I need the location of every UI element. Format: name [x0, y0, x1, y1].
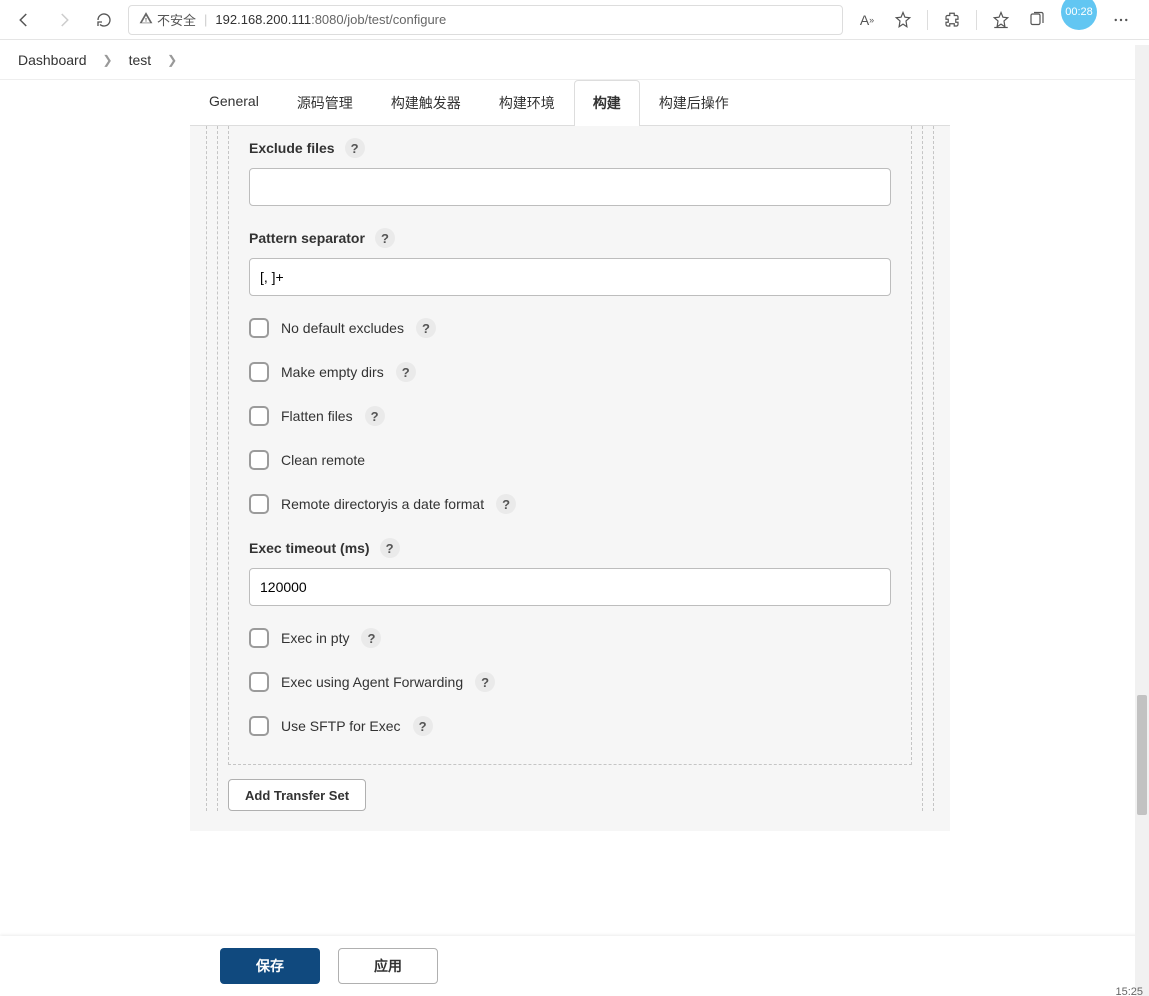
use-sftp-label: Use SFTP for Exec [281, 718, 401, 734]
row-exclude-files: Exclude files ? [249, 138, 891, 206]
make-empty-dirs-checkbox[interactable] [249, 362, 269, 382]
exec-in-pty-checkbox[interactable] [249, 628, 269, 648]
save-button[interactable]: 保存 [220, 948, 320, 984]
scrollbar-thumb[interactable] [1137, 695, 1147, 815]
vertical-scrollbar[interactable] [1135, 45, 1149, 996]
make-empty-dirs-label: Make empty dirs [281, 364, 384, 380]
breadcrumb: Dashboard ❯ test ❯ [0, 40, 1149, 80]
row-flatten-files: Flatten files ? [249, 406, 891, 426]
row-clean-remote: Clean remote [249, 450, 891, 470]
row-exec-timeout: Exec timeout (ms) ? [249, 538, 891, 606]
url-separator: | [204, 12, 207, 27]
toolbar-divider [927, 10, 928, 30]
clean-remote-checkbox[interactable] [249, 450, 269, 470]
pattern-separator-input[interactable] [249, 258, 891, 296]
add-transfer-set-button[interactable]: Add Transfer Set [228, 779, 366, 811]
row-remote-dir-date: Remote directoryis a date format ? [249, 494, 891, 514]
form-area: Exclude files ? Pattern separator ? [190, 126, 950, 831]
no-default-excludes-checkbox[interactable] [249, 318, 269, 338]
pattern-separator-label: Pattern separator [249, 230, 365, 246]
help-icon[interactable]: ? [396, 362, 416, 382]
row-no-default-excludes: No default excludes ? [249, 318, 891, 338]
exec-agent-fwd-label: Exec using Agent Forwarding [281, 674, 463, 690]
help-icon[interactable]: ? [361, 628, 381, 648]
tab-build[interactable]: 构建 [574, 80, 640, 125]
url-bar[interactable]: 不安全 | 192.168.200.111:8080/job/test/conf… [128, 5, 843, 35]
insecure-text: 不安全 [157, 10, 196, 29]
refresh-button[interactable] [88, 4, 120, 36]
browser-toolbar: 不安全 | 192.168.200.111:8080/job/test/conf… [0, 0, 1149, 40]
help-icon[interactable]: ? [475, 672, 495, 692]
footer-bar: 保存 应用 [0, 936, 1149, 996]
exec-timeout-input[interactable] [249, 568, 891, 606]
help-icon[interactable]: ? [380, 538, 400, 558]
favorite-icon[interactable] [891, 8, 915, 32]
collections-icon[interactable] [1025, 8, 1049, 32]
exclude-files-input[interactable] [249, 168, 891, 206]
help-icon[interactable]: ? [496, 494, 516, 514]
chevron-right-icon: ❯ [167, 53, 177, 67]
forward-button[interactable] [48, 4, 80, 36]
config-tabs: General 源码管理 构建触发器 构建环境 构建 构建后操作 [190, 80, 950, 126]
extensions-icon[interactable] [940, 8, 964, 32]
favorites-bar-icon[interactable] [989, 8, 1013, 32]
tab-postbuild[interactable]: 构建后操作 [640, 80, 748, 125]
help-icon[interactable]: ? [365, 406, 385, 426]
read-aloud-icon[interactable]: A» [855, 8, 879, 32]
help-icon[interactable]: ? [416, 318, 436, 338]
tab-source[interactable]: 源码管理 [278, 80, 372, 125]
flatten-files-checkbox[interactable] [249, 406, 269, 426]
help-icon[interactable]: ? [413, 716, 433, 736]
remote-dir-date-label: Remote directoryis a date format [281, 496, 484, 512]
row-pattern-separator: Pattern separator ? [249, 228, 891, 296]
remote-dir-date-checkbox[interactable] [249, 494, 269, 514]
apply-button[interactable]: 应用 [338, 948, 438, 984]
breadcrumb-dashboard[interactable]: Dashboard [18, 52, 87, 68]
row-exec-agent-fwd: Exec using Agent Forwarding ? [249, 672, 891, 692]
url-text: 192.168.200.111:8080/job/test/configure [215, 12, 446, 27]
help-icon[interactable]: ? [345, 138, 365, 158]
row-use-sftp: Use SFTP for Exec ? [249, 716, 891, 736]
chevron-right-icon: ❯ [103, 53, 113, 67]
exec-timeout-label: Exec timeout (ms) [249, 540, 370, 556]
help-icon[interactable]: ? [375, 228, 395, 248]
row-make-empty-dirs: Make empty dirs ? [249, 362, 891, 382]
timer-badge[interactable]: 00:28 [1061, 0, 1097, 30]
flatten-files-label: Flatten files [281, 408, 353, 424]
use-sftp-checkbox[interactable] [249, 716, 269, 736]
toolbar-right: A» 00:28 [855, 2, 1141, 38]
tab-general[interactable]: General [190, 80, 278, 125]
insecure-badge: 不安全 [139, 10, 196, 29]
tab-triggers[interactable]: 构建触发器 [372, 80, 480, 125]
exec-agent-fwd-checkbox[interactable] [249, 672, 269, 692]
warning-icon [139, 11, 153, 28]
back-button[interactable] [8, 4, 40, 36]
clean-remote-label: Clean remote [281, 452, 365, 468]
exclude-files-label: Exclude files [249, 140, 335, 156]
no-default-excludes-label: No default excludes [281, 320, 404, 336]
main-column: General 源码管理 构建触发器 构建环境 构建 构建后操作 Exclude… [190, 80, 950, 831]
system-clock: 15:25 [1115, 986, 1143, 996]
row-exec-in-pty: Exec in pty ? [249, 628, 891, 648]
more-icon[interactable] [1109, 8, 1133, 32]
toolbar-divider [976, 10, 977, 30]
tab-env[interactable]: 构建环境 [480, 80, 574, 125]
exec-in-pty-label: Exec in pty [281, 630, 349, 646]
breadcrumb-test[interactable]: test [129, 52, 152, 68]
